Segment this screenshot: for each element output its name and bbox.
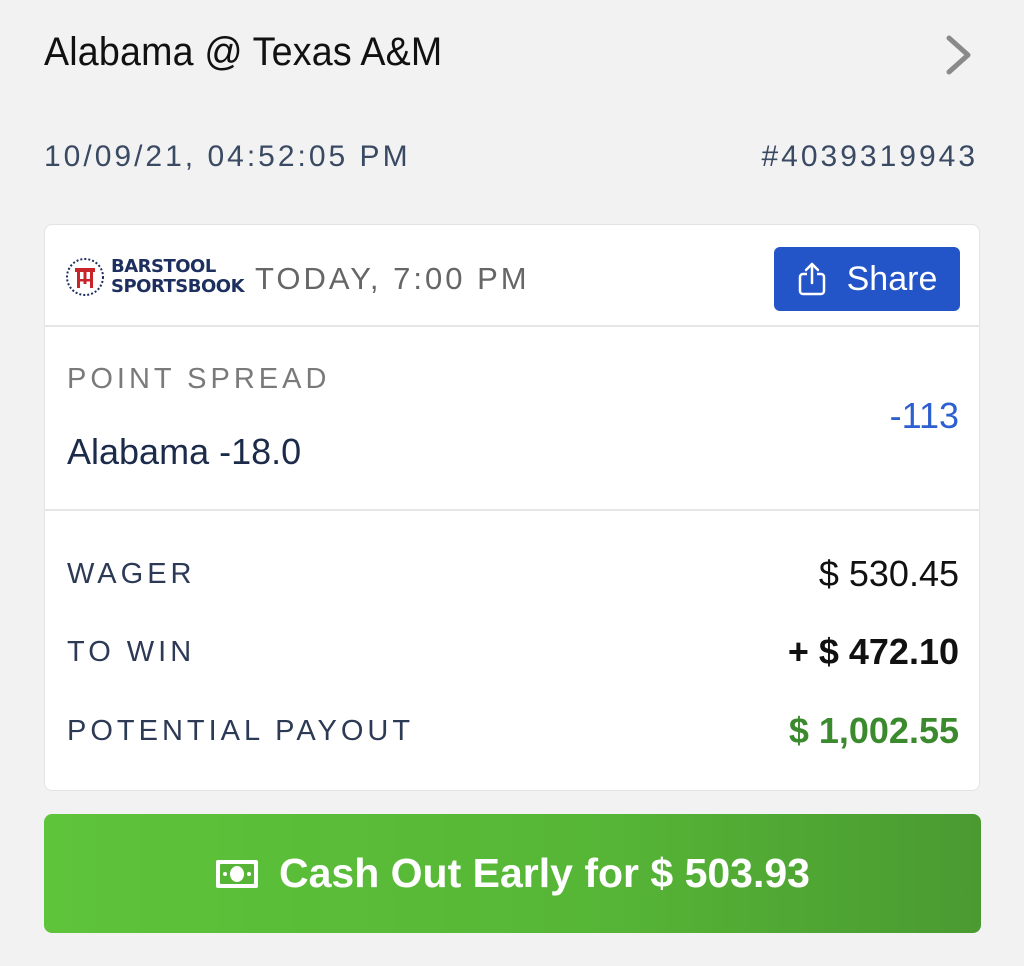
- bet-selection-section: POINT SPREAD Alabama -18.0 -113: [45, 327, 979, 511]
- barstool-sportsbook-logo: BARSTOOL SPORTSBOOK: [65, 256, 245, 297]
- share-label: Share: [846, 259, 938, 298]
- bet-selection: Alabama -18.0: [67, 431, 302, 472]
- payout-row: POTENTIAL PAYOUT $ 1,002.55: [67, 710, 959, 752]
- share-button[interactable]: Share: [774, 247, 960, 311]
- payout-value: $ 1,002.55: [788, 710, 959, 751]
- bet-meta-row: 10/09/21, 04:52:05 PM #4039319943: [44, 140, 978, 174]
- chevron-right-icon[interactable]: [938, 30, 978, 80]
- bet-card: BARSTOOL SPORTSBOOK TODAY, 7:00 PM Share…: [44, 224, 980, 791]
- event-time: TODAY, 7:00 PM: [255, 261, 530, 296]
- cash-out-button[interactable]: Cash Out Early for $ 503.93: [44, 814, 981, 933]
- bet-id: #4039319943: [761, 140, 978, 173]
- card-header: BARSTOOL SPORTSBOOK TODAY, 7:00 PM Share: [45, 225, 979, 327]
- payout-label: POTENTIAL PAYOUT: [67, 714, 415, 747]
- cash-icon: [216, 859, 259, 888]
- to-win-row: TO WIN + $ 472.10: [67, 631, 959, 673]
- to-win-value: + $ 472.10: [787, 631, 959, 672]
- wager-value: $ 530.45: [818, 553, 959, 594]
- logo-line-2: SPORTSBOOK: [111, 276, 245, 297]
- to-win-label: TO WIN: [67, 635, 196, 668]
- market-type: POINT SPREAD: [67, 363, 331, 395]
- barstool-logo-icon: [66, 258, 104, 296]
- bet-placed-timestamp: 10/09/21, 04:52:05 PM: [44, 140, 411, 173]
- cash-out-label: Cash Out Early for $ 503.93: [279, 850, 810, 896]
- logo-line-1: BARSTOOL: [111, 256, 216, 277]
- wager-row: WAGER $ 530.45: [67, 553, 959, 595]
- game-title: Alabama @ Texas A&M: [44, 30, 443, 74]
- share-icon: [798, 262, 825, 296]
- bet-odds: -113: [889, 395, 959, 436]
- wager-label: WAGER: [67, 557, 196, 590]
